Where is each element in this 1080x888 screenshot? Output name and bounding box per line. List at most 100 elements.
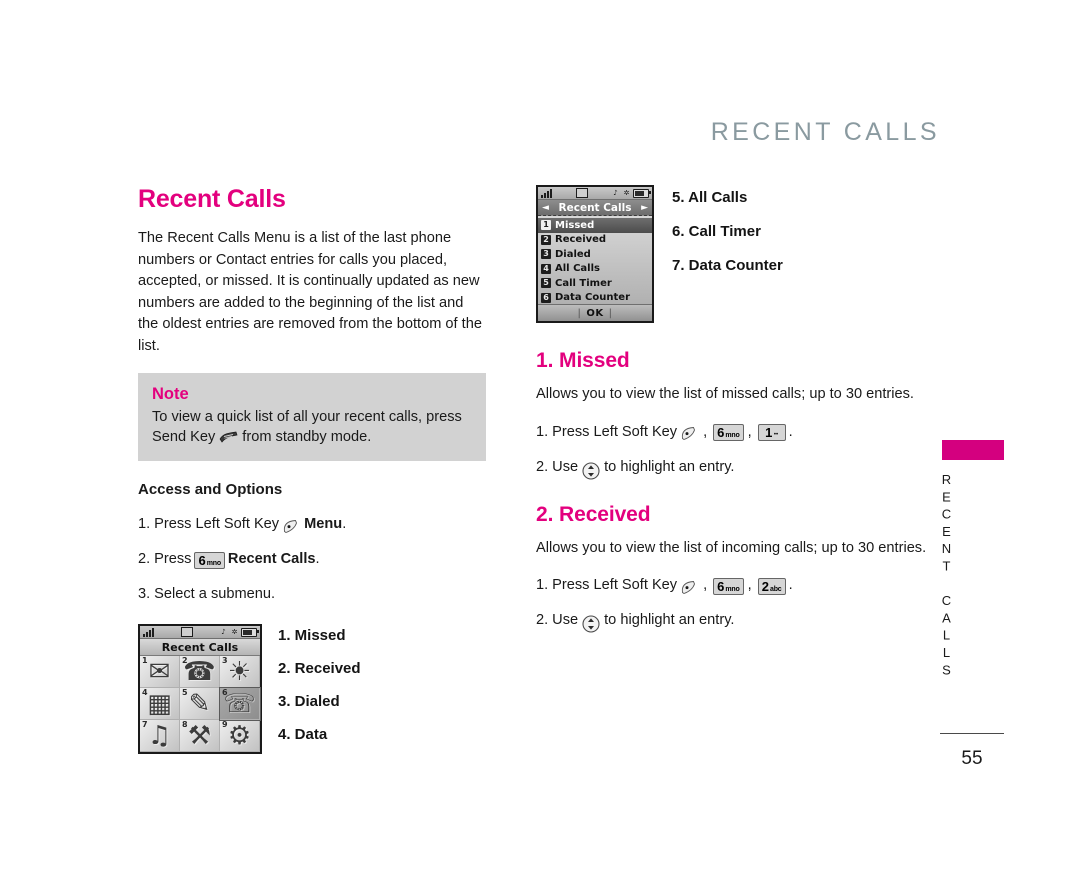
section-tab-marker bbox=[942, 440, 1004, 460]
step-bold-label: Menu bbox=[304, 516, 343, 532]
right-arrow-icon[interactable]: ► bbox=[641, 203, 648, 213]
section-heading-missed: 1. Missed bbox=[536, 349, 630, 372]
menu-icon-cell[interactable]: 2 ☎ bbox=[180, 656, 220, 688]
row-label: Call Timer bbox=[555, 277, 612, 289]
soft-key-bar[interactable]: | OK | bbox=[538, 304, 652, 321]
left-soft-key-icon bbox=[680, 580, 697, 595]
step-number: 2. bbox=[536, 612, 549, 628]
list-row[interactable]: 2 Received bbox=[538, 233, 652, 248]
music-note-icon: ♪ bbox=[221, 627, 226, 636]
page-number: 55 bbox=[961, 748, 983, 769]
access-and-options-heading: Access and Options bbox=[138, 481, 283, 498]
bluetooth-icon: ✲ bbox=[231, 627, 238, 636]
menu-icon-cell[interactable]: 8 ⚒ bbox=[180, 720, 220, 752]
keycap-6[interactable]: 6 mno bbox=[713, 577, 744, 595]
nav-key-icon bbox=[582, 615, 600, 633]
tools-icon: ⚒ bbox=[187, 721, 212, 752]
step-text: Select a submenu. bbox=[154, 586, 276, 602]
signal-strength-icon bbox=[143, 627, 155, 637]
battery-icon bbox=[633, 188, 651, 198]
row-index: 3 bbox=[541, 249, 551, 260]
cell-number: 5 bbox=[182, 688, 188, 697]
list-row[interactable]: 4 All Calls bbox=[538, 262, 652, 277]
comma: , bbox=[747, 423, 752, 440]
menu-icon-cell[interactable]: 4 ▦ bbox=[140, 688, 180, 720]
soft-key-divider-left: | bbox=[577, 307, 582, 319]
continued-menu-item: 7. Data Counter bbox=[672, 257, 783, 274]
notebook-icon: ✎ bbox=[188, 689, 211, 720]
list-row[interactable]: 6 Data Counter bbox=[538, 291, 652, 306]
step-number: 1. bbox=[536, 577, 549, 593]
list-row[interactable]: 3 Dialed bbox=[538, 247, 652, 262]
received-step-2: 2. Use to highlight an entry. bbox=[536, 610, 936, 633]
cell-number: 7 bbox=[142, 720, 148, 729]
section-heading-received: 2. Received bbox=[536, 502, 651, 526]
phone-screen-grid: ♪ ✲ Recent Calls 1 ✉ 2 ☎ 3 ☀ 4 ▦ 5 ✎ 6 ☏ 7 ♫ 8 ⚒… bbox=[138, 624, 262, 754]
step-text: Use bbox=[552, 612, 579, 628]
menu-icon-cell[interactable]: 3 ☀ bbox=[220, 656, 260, 688]
row-index: 2 bbox=[541, 234, 551, 245]
intro-paragraph: The Recent Calls Menu is a list of the l… bbox=[138, 230, 482, 354]
comma: , bbox=[703, 423, 708, 440]
cell-number: 2 bbox=[182, 656, 188, 665]
step-period: . bbox=[315, 551, 320, 567]
clapperboard-icon: ▦ bbox=[147, 689, 172, 720]
keycap-letters: mno bbox=[725, 585, 740, 593]
note-body: To view a quick list of all your recent … bbox=[152, 407, 472, 447]
step-text: Use bbox=[552, 458, 579, 475]
submenu-list: 1. Missed 2. Received 3. Dialed 4. Data bbox=[278, 627, 361, 759]
step-text-after: to highlight an entry. bbox=[604, 458, 735, 475]
status-right-icons: ♪ ✲ bbox=[611, 188, 651, 198]
continued-menu-item: 6. Call Timer bbox=[672, 223, 761, 240]
mailbox-icon: ✉ bbox=[148, 657, 171, 688]
left-arrow-icon[interactable]: ◄ bbox=[542, 203, 549, 213]
row-index: 1 bbox=[541, 220, 551, 231]
menu-icon-cell[interactable]: 5 ✎ bbox=[180, 688, 220, 720]
step-bold-label: Recent Calls bbox=[227, 551, 316, 567]
step-period: . bbox=[788, 577, 793, 593]
footer-divider bbox=[940, 733, 1004, 734]
row-index: 5 bbox=[541, 278, 551, 289]
bluetooth-icon: ✲ bbox=[623, 188, 630, 197]
keycap-6[interactable]: 6 mno bbox=[713, 424, 744, 441]
row-label: Dialed bbox=[555, 248, 591, 260]
list-row-selected[interactable]: 1 Missed bbox=[538, 218, 652, 233]
list-screenshot-block: ♪ ✲ ◄ Recent Calls ► 1 Missed 2 Received 3… bbox=[536, 185, 936, 323]
row-index: 4 bbox=[541, 263, 551, 274]
menu-icon-cell[interactable]: 7 ♫ bbox=[140, 720, 180, 752]
access-step-3: 3. Select a submenu. bbox=[138, 584, 510, 604]
left-soft-key-icon bbox=[680, 426, 697, 441]
keycap-1[interactable]: 1 •• bbox=[757, 424, 786, 441]
step-number: 2. bbox=[536, 458, 549, 475]
keycap-symbol: •• bbox=[773, 432, 779, 438]
missed-step-1: 1. Press Left Soft Key , 6 mno , 1 •• . bbox=[536, 422, 936, 442]
cell-number: 9 bbox=[222, 720, 228, 729]
continued-menu-item: 5. All Calls bbox=[672, 189, 748, 206]
list-screen-title-bar: ◄ Recent Calls ► bbox=[538, 200, 652, 216]
step-text: Press Left Soft Key bbox=[552, 423, 678, 440]
list-row[interactable]: 5 Call Timer bbox=[538, 276, 652, 291]
menu-icon-cell-selected[interactable]: 6 ☏ bbox=[219, 687, 261, 721]
keycap-6[interactable]: 6 mno bbox=[194, 551, 225, 569]
phone-receiver-icon: ☏ bbox=[223, 689, 256, 720]
status-bar: ♪ ✲ bbox=[140, 626, 260, 639]
recent-calls-list: 1 Missed 2 Received 3 Dialed 4 All Calls 5 Ca… bbox=[538, 216, 652, 305]
comma: , bbox=[747, 577, 752, 593]
row-label: All Calls bbox=[555, 263, 600, 275]
step-period: . bbox=[788, 423, 793, 440]
keycap-2[interactable]: 2 abc bbox=[757, 577, 786, 595]
step-period: . bbox=[342, 516, 347, 532]
menu-icon-cell[interactable]: 1 ✉ bbox=[140, 656, 180, 688]
message-icon bbox=[181, 627, 193, 637]
note-box: Note To view a quick list of all your re… bbox=[138, 373, 486, 461]
cell-number: 6 bbox=[222, 688, 228, 697]
keycap-digit: 1 bbox=[765, 425, 773, 440]
continued-menu-list: 5. All Calls 6. Call Timer 7. Data Count… bbox=[672, 189, 783, 291]
left-soft-key-icon bbox=[282, 519, 299, 534]
note-title: Note bbox=[152, 385, 189, 403]
step-text: Press Left Soft Key bbox=[154, 516, 280, 532]
row-label: Received bbox=[555, 234, 607, 246]
menu-icon-cell[interactable]: 9 ⚙ bbox=[220, 720, 260, 752]
keycap-digit: 2 bbox=[761, 578, 770, 594]
missed-step-2: 2. Use to highlight an entry. bbox=[536, 457, 936, 480]
